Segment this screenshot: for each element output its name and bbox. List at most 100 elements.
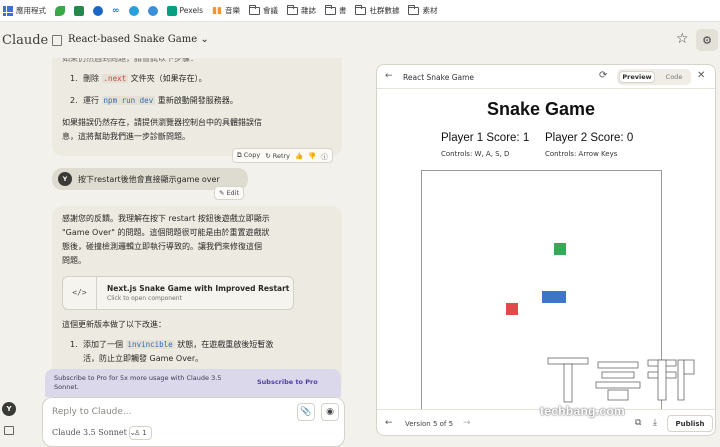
music-icon: ▮▮ [212, 5, 222, 16]
bookmark-label: 社群數據 [369, 6, 400, 15]
message-text: 問題。 [62, 256, 86, 265]
c-circle-icon [93, 5, 103, 16]
copy-button[interactable]: ⧉ Copy [237, 151, 260, 160]
bookmark-green-leaf[interactable] [55, 5, 65, 16]
upsell-text: Subscribe to Pro for 5x more usage with … [54, 374, 222, 391]
bookmark-refresh[interactable] [147, 5, 158, 16]
folder-icon [286, 4, 298, 15]
refresh-icon[interactable]: ⟳ [599, 70, 607, 81]
subscribe-pro-link[interactable]: Subscribe to Pro [257, 378, 318, 386]
player2-score: Player 2 Score: 0 [545, 132, 634, 144]
model-selector[interactable]: Claude 3.5 Sonnet ⌄ [52, 428, 136, 437]
reply-input[interactable]: Reply to Claude... [52, 407, 132, 417]
meta-icon: ∞ [112, 5, 120, 16]
assistant-message: 感謝您的反饋。我理解在按下 restart 按鈕後遊戲立即顯示 "Game Ov… [52, 206, 342, 388]
prev-version-icon[interactable]: ← [385, 418, 393, 428]
paperclip-icon[interactable]: 📎 [297, 403, 315, 421]
assistant-message: 如果仍然遇到問題，請嘗試以下步驟： 1. 刪除 .next 文件夾（如果存在）。… [52, 58, 342, 156]
bookmark-music[interactable]: ▮▮ 音樂 [212, 5, 240, 16]
message-text: 息，這將幫助我們進一步診斷問題。 [62, 132, 190, 141]
bookmark-label: 素材 [422, 6, 438, 15]
star-icon[interactable]: ☆ [676, 31, 689, 47]
style-button[interactable]: ♙ 1 [129, 426, 152, 440]
close-icon[interactable]: ✕ [697, 70, 705, 81]
thumbs-up-icon[interactable]: 👍 [295, 152, 303, 160]
message-text: 如果錯誤仍然存在，請提供瀏覽器控制台中的具體錯誤信 [62, 118, 262, 127]
pro-upsell-banner: Subscribe to Pro for 5x more usage with … [45, 369, 341, 397]
player1-controls: Controls: W, A, S, D [441, 150, 510, 158]
list-item: 2. 運行 npm run dev 重新啟動開發服務器。 [70, 94, 332, 108]
version-label: Version 5 of 5 [405, 420, 454, 428]
bookmark-folder-social[interactable]: 社群數據 [355, 4, 400, 16]
artifact-panel-title: React Snake Game [403, 73, 475, 82]
list-number: 2. [70, 96, 78, 105]
project-icon [52, 35, 62, 46]
player2-snake [542, 291, 566, 303]
publish-button[interactable]: Publish [667, 415, 713, 432]
person-icon: ♙ [134, 429, 141, 437]
folder-icon [408, 4, 420, 15]
user-message-text: 按下restart後他會直接顯示game over [78, 174, 220, 184]
inline-code: npm run dev [101, 96, 156, 105]
tab-preview[interactable]: Preview [619, 71, 655, 83]
list-text: 文件夾（如果存在）。 [128, 74, 207, 83]
user-avatar[interactable]: Y [2, 402, 16, 416]
artifact-panel-header: ← React Snake Game ⟳ Preview Code ✕ [377, 65, 715, 89]
list-text: 添加了一個 [83, 340, 126, 349]
next-version-icon[interactable]: → [463, 418, 471, 428]
edit-button[interactable]: ✎ Edit [214, 186, 245, 200]
message-text: 這個更新版本做了以下改進： [62, 320, 166, 329]
list-text: 刪除 [83, 74, 102, 83]
list-number: 1. [70, 340, 78, 349]
bookmark-label: 會議 [262, 6, 278, 15]
list-item: 1. 刪除 .next 文件夾（如果存在）。 [70, 72, 332, 86]
user-avatar: Y [58, 172, 72, 186]
message-text: 感謝您的反饋。我理解在按下 restart 按鈕後遊戲立即顯示 [62, 214, 270, 223]
message-text: "Game Over" 的問題。這個問題很可能是由於重置遊戲狀 [62, 228, 270, 237]
sidebar-toggle-icon[interactable] [4, 426, 14, 435]
bookmark-folder-assets[interactable]: 素材 [408, 4, 438, 16]
list-text: 運行 [83, 96, 102, 105]
chat-thread: 如果仍然遇到問題，請嘗試以下步驟： 1. 刪除 .next 文件夾（如果存在）。… [52, 58, 342, 388]
list-text: 活，防止立即觸發 Game Over。 [83, 354, 204, 363]
copy-label: Copy [243, 151, 261, 159]
bookmark-telegram[interactable] [128, 5, 139, 16]
bookmark-sheets[interactable] [74, 5, 84, 16]
left-rail: Y [0, 58, 30, 447]
info-icon[interactable]: ⓘ [321, 151, 328, 161]
retry-button[interactable]: ↻ Retry [265, 152, 290, 160]
code-brackets-icon: </> [63, 277, 97, 309]
bookmark-c[interactable] [93, 5, 103, 16]
bookmark-folder-books[interactable]: 書 [324, 4, 346, 16]
list-number: 1. [70, 74, 78, 83]
camera-icon[interactable]: ◉ [321, 403, 339, 421]
reply-composer[interactable]: Reply to Claude... 📎 ◉ Claude 3.5 Sonnet… [42, 397, 345, 447]
copy-icon[interactable]: ⧉ [635, 418, 641, 428]
bookmark-meta[interactable]: ∞ [112, 6, 120, 16]
food-block [554, 243, 566, 255]
folder-icon [248, 4, 260, 15]
bookmark-pexels[interactable]: Pexels [166, 5, 203, 16]
bookmark-label: 雜誌 [300, 6, 316, 15]
artifact-card[interactable]: </> Next.js Snake Game with Improved Res… [62, 276, 294, 310]
green-leaf-icon [55, 5, 65, 16]
game-title: Snake Game [486, 99, 596, 119]
thumbs-down-icon[interactable]: 👎 [308, 152, 316, 160]
settings-sliders-icon[interactable]: ⚙ [696, 29, 718, 51]
bookmark-folder-magazine[interactable]: 雜誌 [286, 4, 316, 16]
conversation-title-dropdown[interactable]: React-based Snake Game ⌄ [68, 34, 209, 45]
download-icon[interactable]: ⤓ [653, 418, 657, 428]
tab-code[interactable]: Code [659, 71, 689, 83]
bookmark-apps[interactable]: 應用程式 [3, 5, 46, 16]
style-count: 1 [142, 429, 147, 437]
artifact-subtitle: Click to open component [107, 295, 182, 302]
inline-code: .next [101, 74, 129, 83]
bookmark-folder-meetings[interactable]: 會議 [248, 4, 278, 16]
player1-score: Player 1 Score: 1 [441, 132, 530, 144]
message-text: 態後，碰撞檢測邏輯立即執行導致的。讓我們來修復這個 [62, 242, 262, 251]
bookmark-label: 應用程式 [16, 6, 46, 15]
message-actions: ⧉ Copy ↻ Retry 👍 👎 ⓘ [232, 148, 333, 163]
inline-code: invincible [125, 340, 175, 349]
back-arrow-icon[interactable]: ← [385, 71, 393, 81]
claude-logo[interactable]: Claude [2, 33, 48, 48]
